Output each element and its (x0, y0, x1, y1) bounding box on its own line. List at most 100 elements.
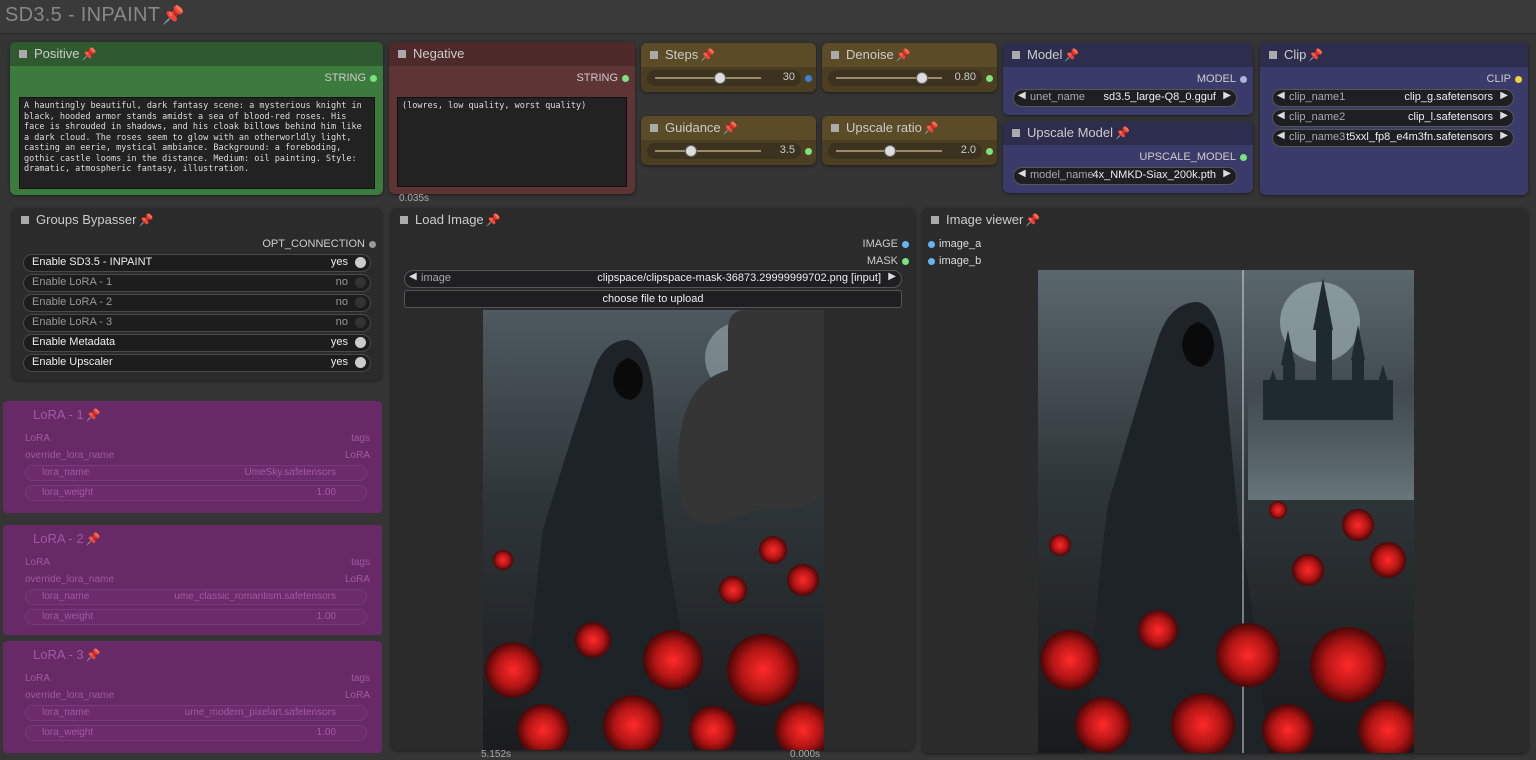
collapse-icon[interactable] (650, 51, 658, 59)
denoise-node-title[interactable]: Denoise 📌 (822, 43, 997, 67)
slider-knob[interactable] (884, 145, 896, 157)
lora-3-output[interactable]: tags (351, 673, 370, 684)
lora-1-title[interactable]: LoRA - 1 📌 (33, 407, 101, 422)
collapse-icon[interactable] (19, 50, 27, 58)
toggle-knob-icon[interactable] (355, 297, 366, 308)
image-output[interactable]: IMAGE (863, 238, 909, 250)
output-slot-icon[interactable] (1515, 75, 1522, 83)
clip-node[interactable]: Clip 📌 CLIP ◀ clip_name1 clip_g.safetensors… (1260, 43, 1528, 195)
collapse-icon[interactable] (650, 124, 658, 132)
toggle-knob-icon[interactable] (355, 357, 366, 368)
arrow-right-icon[interactable]: ▶ (1500, 90, 1508, 101)
model-node[interactable]: Model 📌 MODEL ◀ unet_name sd3.5_large-Q8_0.… (1003, 43, 1253, 115)
positive-output[interactable]: STRING (324, 72, 377, 84)
clip-name3-combo[interactable]: ◀ clip_name3 t5xxl_fp8_e4m3fn.safetensors ▶ (1272, 129, 1514, 147)
toggle-knob-icon[interactable] (355, 277, 366, 288)
upscale-model-node[interactable]: Upscale Model 📌 UPSCALE_MODEL ◀ model_name… (1003, 121, 1253, 193)
steps-node[interactable]: Steps 📌 30 (641, 43, 816, 92)
arrow-right-icon[interactable]: ▶ (1223, 168, 1231, 179)
toggle-enable-lora-3[interactable]: Enable LoRA - 3 no (23, 314, 371, 332)
lora-2-override-output[interactable]: LoRA (345, 574, 370, 585)
lora-2-title[interactable]: LoRA - 2 📌 (33, 531, 101, 546)
lora-3-override-input[interactable]: override_lora_name (25, 690, 114, 701)
arrow-right-icon[interactable]: ▶ (1500, 130, 1508, 141)
collapse-icon[interactable] (831, 124, 839, 132)
unet-name-combo[interactable]: ◀ unet_name sd3.5_large-Q8_0.gguf ▶ (1013, 89, 1237, 107)
arrow-right-icon[interactable]: ▶ (888, 271, 896, 282)
negative-output[interactable]: STRING (576, 72, 629, 84)
output-slot-icon[interactable] (370, 74, 377, 82)
input-slot-icon[interactable] (928, 240, 935, 248)
collapse-icon[interactable] (1012, 51, 1020, 59)
output-slot-icon[interactable] (986, 148, 993, 155)
upscale-ratio-node-title[interactable]: Upscale ratio 📌 (822, 116, 997, 140)
collapse-icon[interactable] (1012, 129, 1020, 137)
collapse-icon[interactable] (21, 216, 29, 224)
collapse-icon[interactable] (831, 51, 839, 59)
arrow-left-icon[interactable]: ◀ (1018, 168, 1026, 179)
output-slot-icon[interactable] (902, 240, 909, 248)
collapse-icon[interactable] (400, 216, 408, 224)
image-a-input[interactable]: image_a (928, 238, 981, 250)
output-slot-icon[interactable] (1240, 75, 1247, 83)
output-slot-icon[interactable] (986, 75, 993, 82)
arrow-left-icon[interactable]: ◀ (1277, 130, 1285, 141)
denoise-slider[interactable]: 0.80 (828, 70, 982, 86)
lora-2-input[interactable]: LoRA (25, 557, 50, 568)
lora-1-weight-slider[interactable]: lora_weight 1.00 (25, 485, 367, 501)
clip-name2-combo[interactable]: ◀ clip_name2 clip_l.safetensors ▶ (1272, 109, 1514, 127)
negative-node-title[interactable]: Negative (389, 42, 635, 66)
lora-3-node[interactable]: LoRA - 3 📌 LoRA tags override_lora_name L… (3, 641, 382, 753)
lora-3-name-combo[interactable]: lora_name ume_modern_pixelart.safetensors (25, 705, 367, 721)
group-header[interactable]: SD3.5 - INPAINT 📌 (0, 0, 1536, 34)
lora-1-override-input[interactable]: override_lora_name (25, 450, 114, 461)
load-image-node-title[interactable]: Load Image 📌 (391, 208, 915, 232)
lora-3-override-output[interactable]: LoRA (345, 690, 370, 701)
input-slot-icon[interactable] (928, 257, 935, 265)
collapse-icon[interactable] (931, 216, 939, 224)
slider-knob[interactable] (685, 145, 697, 157)
toggle-knob-icon[interactable] (355, 257, 366, 268)
slider-knob[interactable] (714, 72, 726, 84)
toggle-enable-sd35-inpaint[interactable]: Enable SD3.5 - INPAINT yes (23, 254, 371, 272)
lora-1-override-output[interactable]: LoRA (345, 450, 370, 461)
arrow-left-icon[interactable]: ◀ (1277, 110, 1285, 121)
toggle-enable-lora-1[interactable]: Enable LoRA - 1 no (23, 274, 371, 292)
clip-output[interactable]: CLIP (1487, 73, 1522, 85)
output-slot-icon[interactable] (805, 148, 812, 155)
arrow-left-icon[interactable]: ◀ (1277, 90, 1285, 101)
output-slot-icon[interactable] (1240, 153, 1247, 161)
negative-node[interactable]: Negative STRING (lowres, low quality, wo… (389, 42, 635, 194)
load-image-node[interactable]: Load Image 📌 IMAGE MASK ◀ image clipspace/c… (391, 208, 915, 750)
lora-3-weight-slider[interactable]: lora_weight 1.00 (25, 725, 367, 741)
denoise-node[interactable]: Denoise 📌 0.80 (822, 43, 997, 92)
image-combo[interactable]: ◀ image clipspace/clipspace-mask-36873.299… (404, 270, 902, 288)
toggle-enable-upscaler[interactable]: Enable Upscaler yes (23, 354, 371, 372)
comparison-image-preview[interactable] (1038, 270, 1414, 753)
collapse-icon[interactable] (398, 50, 406, 58)
toggle-knob-icon[interactable] (355, 317, 366, 328)
slider-knob[interactable] (916, 72, 928, 84)
arrow-right-icon[interactable]: ▶ (1223, 90, 1231, 101)
guidance-node-title[interactable]: Guidance 📌 (641, 116, 816, 140)
image-viewer-node-title[interactable]: Image viewer 📌 (922, 208, 1528, 232)
lora-1-input[interactable]: LoRA (25, 433, 50, 444)
mask-output[interactable]: MASK (867, 255, 909, 267)
clip-name1-combo[interactable]: ◀ clip_name1 clip_g.safetensors ▶ (1272, 89, 1514, 107)
arrow-left-icon[interactable]: ◀ (409, 271, 417, 282)
model-name-combo[interactable]: ◀ model_name 4x_NMKD-Siax_200k.pth ▶ (1013, 167, 1237, 185)
arrow-left-icon[interactable]: ◀ (1018, 90, 1026, 101)
steps-slider[interactable]: 30 (647, 70, 801, 86)
lora-2-override-input[interactable]: override_lora_name (25, 574, 114, 585)
negative-prompt-textarea[interactable]: (lowres, low quality, worst quality) (397, 97, 627, 187)
upscale-ratio-slider[interactable]: 2.0 (828, 143, 982, 159)
toggle-knob-icon[interactable] (355, 337, 366, 348)
positive-node[interactable]: Positive 📌 STRING A hauntingly beautiful,… (10, 42, 383, 195)
lora-2-node[interactable]: LoRA - 2 📌 LoRA tags override_lora_name L… (3, 525, 382, 635)
lora-2-weight-slider[interactable]: lora_weight 1.00 (25, 609, 367, 625)
positive-prompt-textarea[interactable]: A hauntingly beautiful, dark fantasy sce… (19, 97, 375, 189)
image-b-input[interactable]: image_b (928, 255, 981, 267)
collapse-icon[interactable] (1269, 51, 1277, 59)
toggle-enable-metadata[interactable]: Enable Metadata yes (23, 334, 371, 352)
lora-3-title[interactable]: LoRA - 3 📌 (33, 647, 101, 662)
